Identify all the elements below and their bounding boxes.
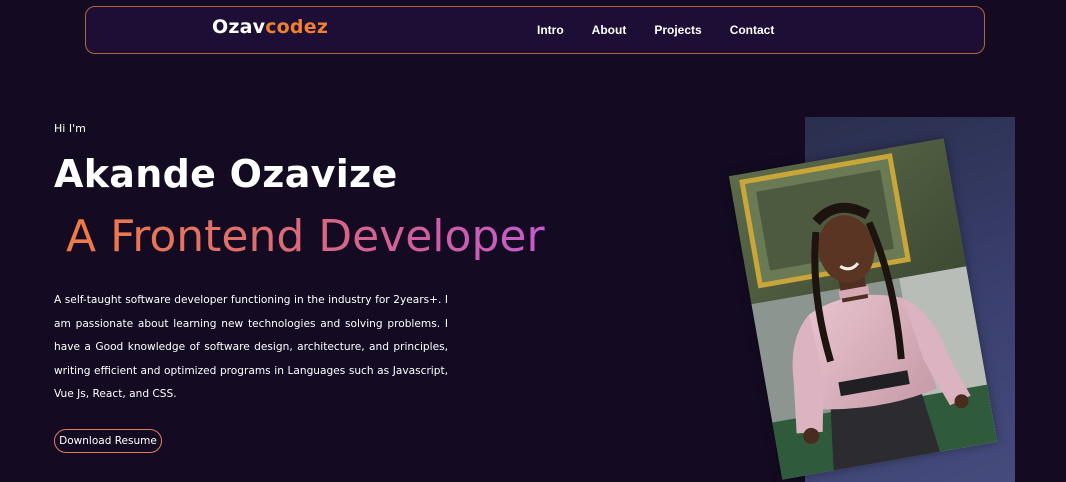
hero-name: Akande Ozavize xyxy=(54,152,398,196)
hero-greeting: Hi I'm xyxy=(54,122,86,135)
logo-part-2: codez xyxy=(265,16,329,38)
download-resume-button[interactable]: Download Resume xyxy=(54,429,162,453)
hero-bio: A self-taught software developer functio… xyxy=(54,294,448,401)
nav-link-about[interactable]: About xyxy=(592,23,627,37)
nav-link-projects[interactable]: Projects xyxy=(654,23,701,37)
page: Ozavcodez Intro About Projects Contact H… xyxy=(0,0,1066,482)
hero-role: A Frontend Developer xyxy=(66,211,545,262)
logo[interactable]: Ozavcodez xyxy=(212,16,328,38)
nav-link-intro[interactable]: Intro xyxy=(537,23,564,37)
nav-links: Intro About Projects Contact xyxy=(537,23,774,37)
nav-link-contact[interactable]: Contact xyxy=(730,23,775,37)
logo-part-1: Ozav xyxy=(212,16,266,38)
navbar: Ozavcodez Intro About Projects Contact xyxy=(85,6,985,54)
